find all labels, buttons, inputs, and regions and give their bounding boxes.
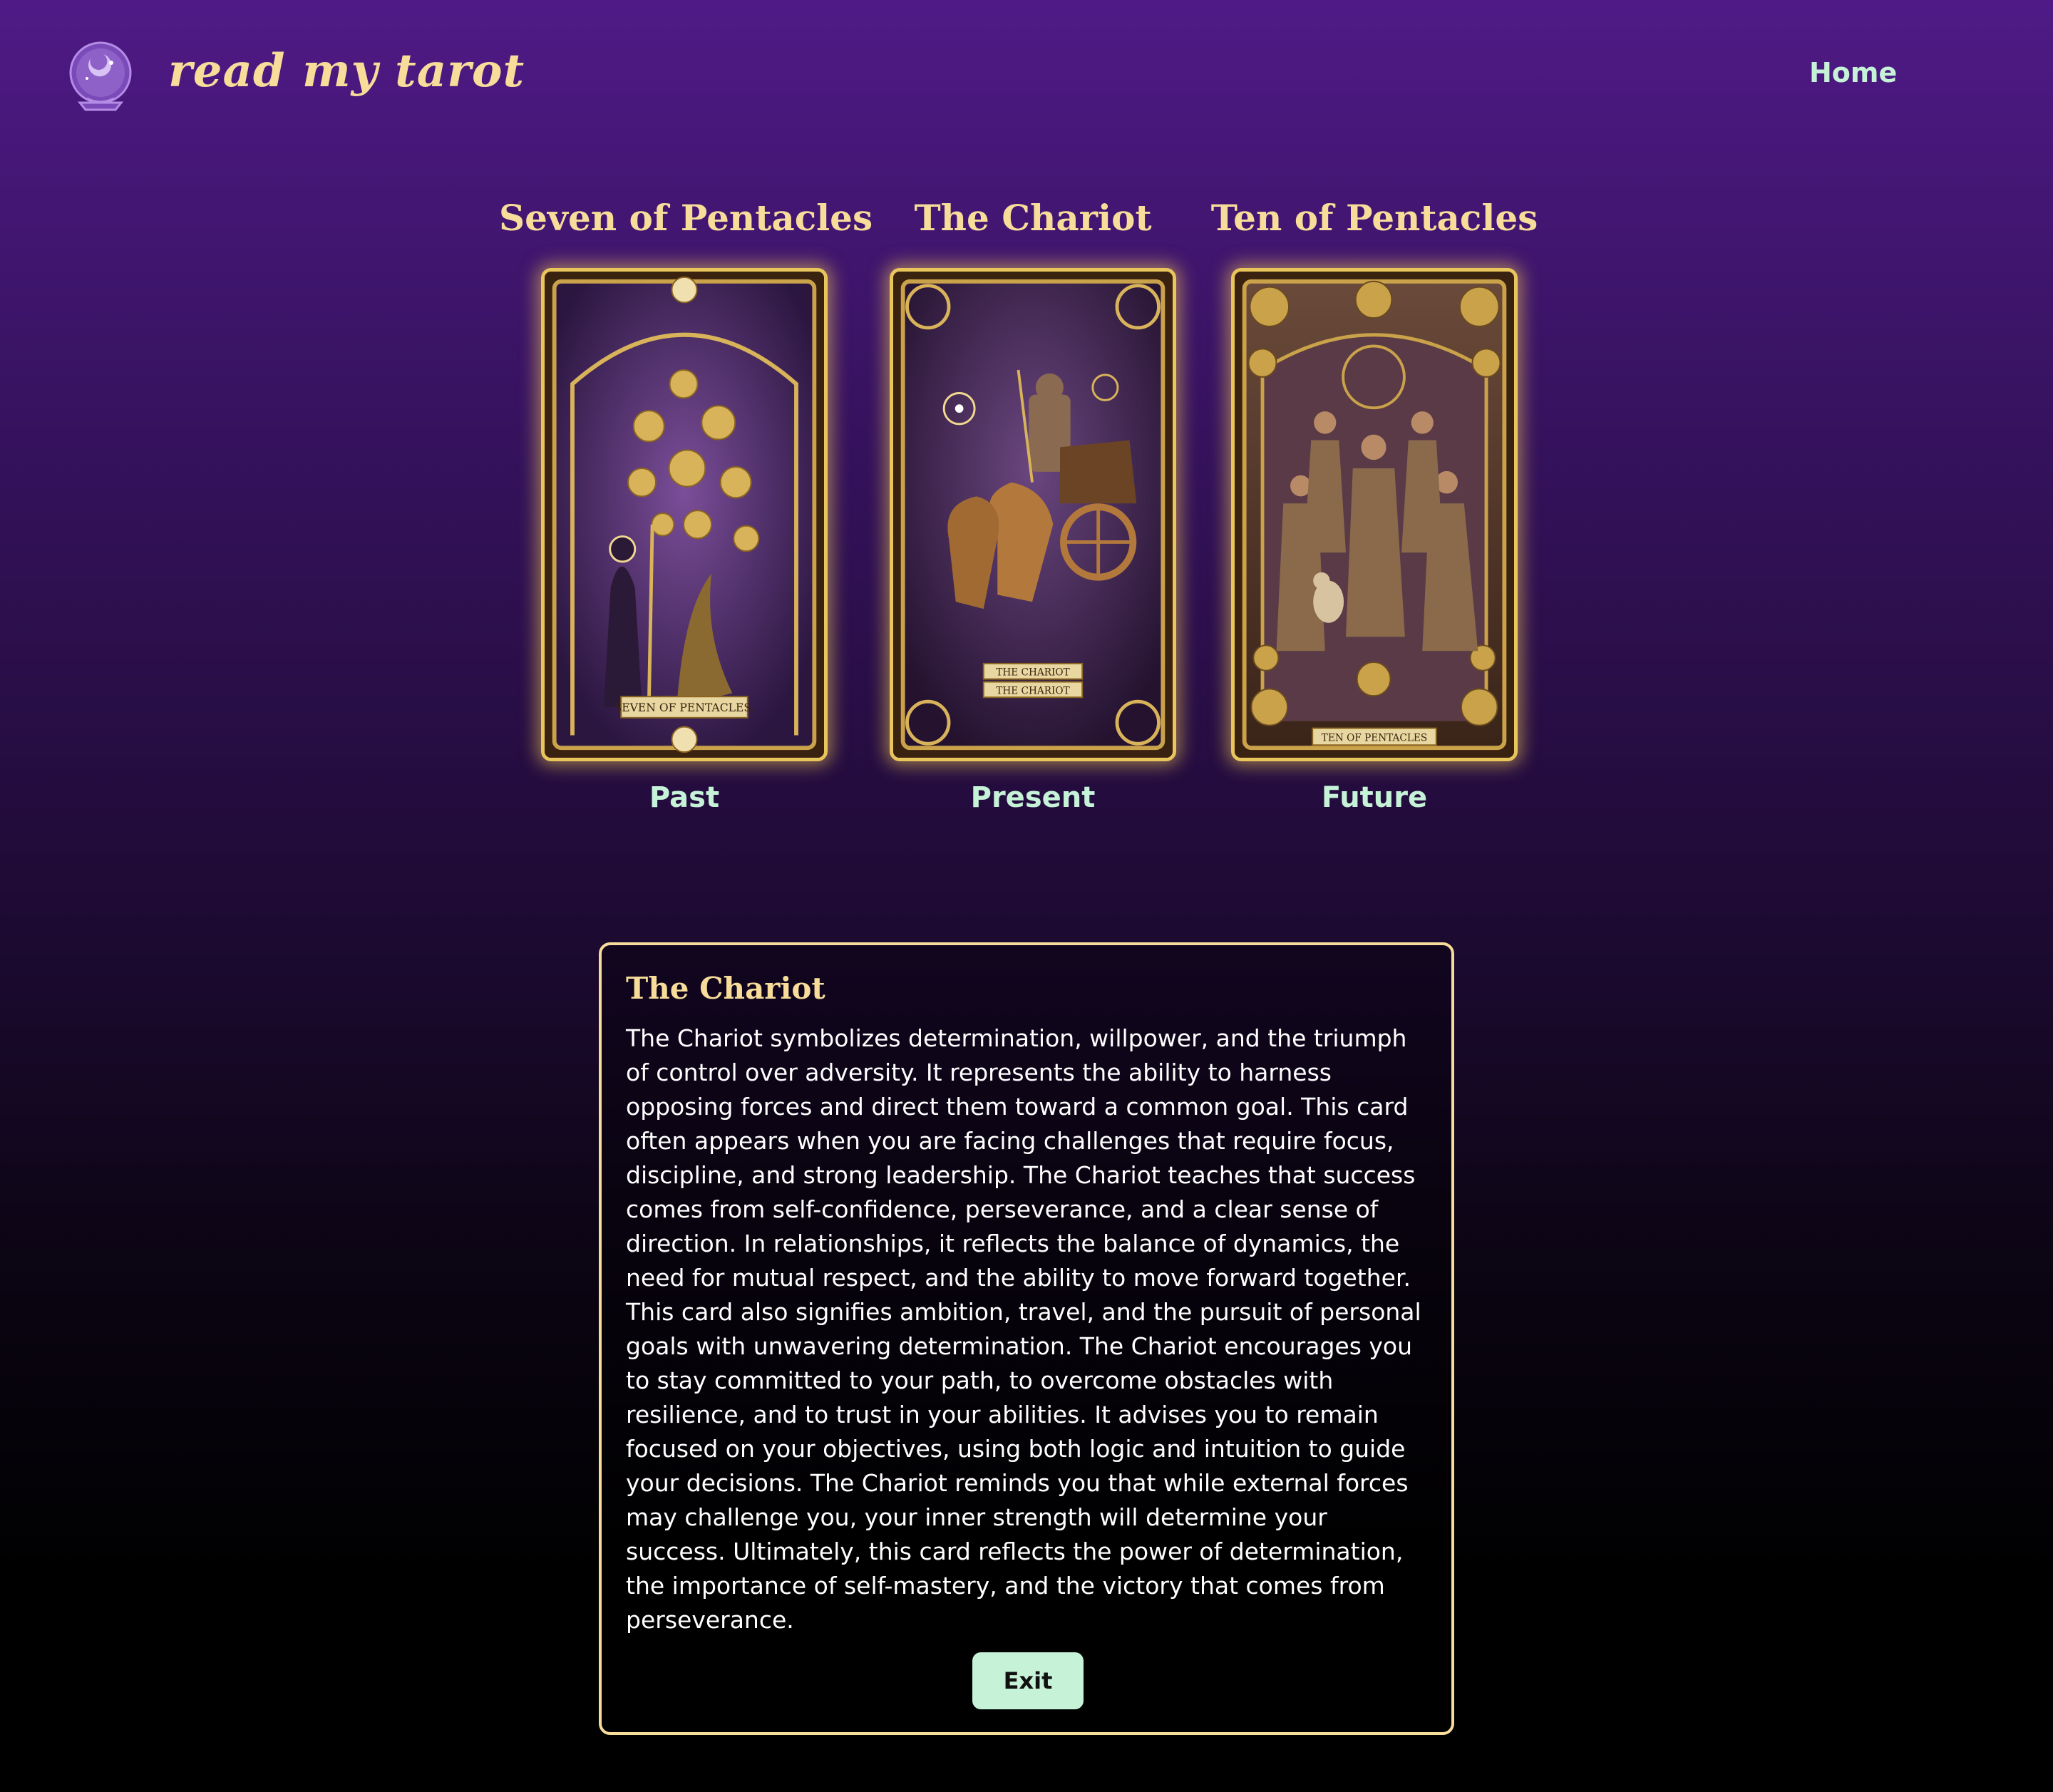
- card-position-future: Future: [1321, 781, 1428, 814]
- card-image-present[interactable]: THE CHARIOT THE CHARIOT: [890, 268, 1176, 761]
- card-caption-future: TEN OF PENTACLES: [1322, 732, 1427, 743]
- detail-description: The Chariot symbolizes determination, wi…: [626, 1024, 1421, 1634]
- card-caption-past: SEVEN OF PENTACLES.: [614, 701, 755, 714]
- card-image-past[interactable]: SEVEN OF PENTACLES.: [541, 268, 828, 761]
- site-header: read my tarot Home: [0, 0, 2053, 150]
- brand-title[interactable]: read my tarot: [168, 44, 525, 98]
- card-position-present: Present: [970, 781, 1096, 814]
- card-image-future[interactable]: TEN OF PENTACLES: [1231, 268, 1518, 761]
- card-title-present: The Chariot: [914, 197, 1152, 239]
- card-title-past: Seven of Pentacles: [499, 197, 873, 239]
- exit-button[interactable]: Exit: [972, 1652, 1084, 1709]
- card-caption-present: THE CHARIOT: [996, 667, 1070, 679]
- card-position-past: Past: [649, 781, 720, 814]
- card-caption-present-2: THE CHARIOT: [996, 685, 1070, 696]
- card-detail-panel: The Chariot The Chariot symbolizes deter…: [599, 942, 1454, 1735]
- nav-home-link[interactable]: Home: [1809, 57, 1897, 88]
- detail-title: The Chariot: [626, 971, 825, 1006]
- crystal-ball-icon[interactable]: [58, 37, 143, 117]
- card-title-future: Ten of Pentacles: [1210, 197, 1538, 239]
